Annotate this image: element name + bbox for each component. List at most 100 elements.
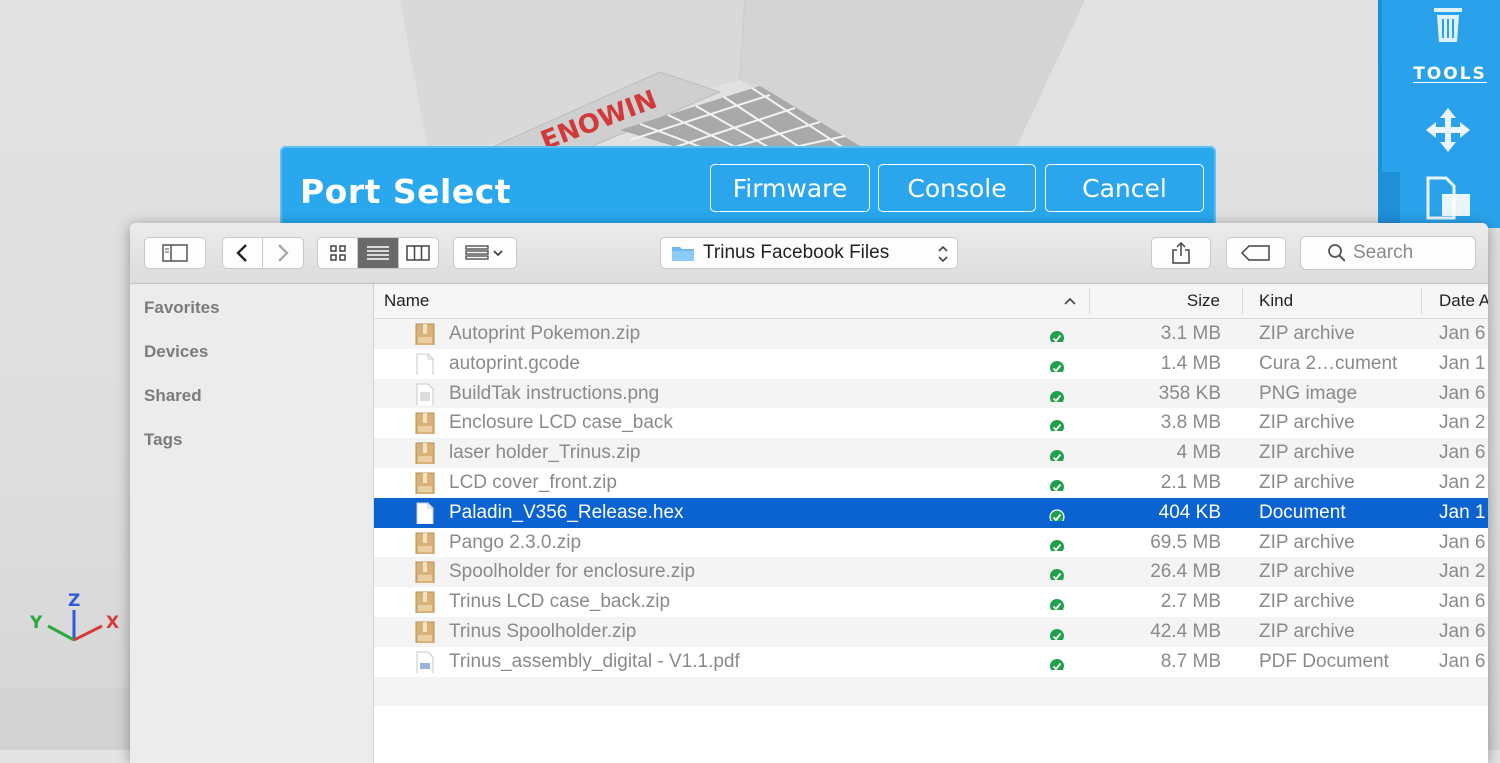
file-kind: PDF Document — [1259, 650, 1389, 672]
sidebar-section-devices[interactable]: Devices — [144, 342, 208, 362]
sync-check-icon — [1049, 594, 1065, 611]
axis-label-y: Y — [29, 613, 43, 633]
file-row[interactable]: Trinus Spoolholder.zip 42.4 MB ZIP archive… — [374, 617, 1488, 647]
finder-sidebar: Favorites Devices Shared Tags — [130, 284, 374, 763]
zip-icon — [414, 412, 436, 435]
image-icon — [414, 383, 436, 405]
file-kind: PNG image — [1259, 382, 1358, 404]
file-row[interactable]: Enclosure LCD case_back 3.8 MB ZIP archive… — [374, 408, 1488, 438]
icon-view-button[interactable] — [318, 238, 357, 268]
zip-icon — [414, 323, 436, 345]
group-by-button[interactable] — [453, 237, 517, 269]
column-header-size[interactable]: Size — [1090, 284, 1220, 318]
file-kind: Cura 2…cument — [1259, 352, 1398, 374]
sidebar-collapse-tab[interactable] — [1378, 172, 1400, 228]
sync-check-icon — [1049, 624, 1065, 640]
sync-check-icon — [1049, 654, 1065, 670]
file-kind: ZIP archive — [1259, 621, 1355, 642]
sync-check-icon — [1049, 475, 1065, 491]
toggle-sidebar-button[interactable] — [144, 237, 206, 269]
file-name: Spoolholder for enclosure.zip — [449, 561, 696, 583]
finder-toolbar: Trinus Facebook Files — [130, 223, 1488, 284]
path-popup[interactable]: Trinus Facebook Files — [660, 237, 958, 269]
sync-check-icon — [1049, 535, 1065, 551]
file-row[interactable]: LCD cover_front.zip 2.1 MB ZIP archive Jan … — [374, 468, 1488, 498]
column-header-date[interactable]: Date A — [1439, 284, 1488, 318]
path-label: Trinus Facebook Files — [703, 242, 890, 263]
cancel-button[interactable]: Cancel — [1045, 164, 1204, 212]
file-size: 358 KB — [1158, 382, 1221, 404]
file-name: laser holder_Trinus.zip — [449, 442, 641, 464]
file-row[interactable]: laser holder_Trinus.zip 4 MB ZIP archive Ja… — [374, 438, 1488, 468]
file-row[interactable]: Trinus LCD case_back.zip 2.7 MB ZIP archiv… — [374, 587, 1488, 617]
list-view-button[interactable] — [357, 238, 398, 268]
axis-label-z: Z — [68, 591, 80, 611]
chevron-right-icon — [277, 244, 289, 262]
zip-icon — [414, 621, 436, 643]
back-forward-control — [222, 237, 304, 269]
file-size: 404 KB — [1158, 501, 1221, 523]
file-row[interactable]: Spoolholder for enclosure.zip 26.4 MB ZIP … — [374, 557, 1488, 588]
file-kind: ZIP archive — [1259, 323, 1355, 344]
file-date: Jan 2 — [1439, 412, 1486, 434]
column-header-name[interactable]: Name — [384, 284, 1084, 318]
file-date: Jan 2 — [1439, 472, 1486, 493]
sync-check-icon — [1049, 445, 1065, 462]
file-row-selected[interactable]: Paladin_V356_Release.hex 404 KB Document Ja… — [374, 497, 1488, 528]
file-size: 3.1 MB — [1160, 323, 1221, 344]
sidebar-section-tags[interactable]: Tags — [144, 430, 182, 450]
back-button[interactable] — [223, 238, 262, 268]
file-date: Jan 1 — [1439, 352, 1486, 374]
file-row[interactable]: Autoprint Pokemon.zip 3.1 MB ZIP archive Ja… — [374, 319, 1488, 349]
sort-ascending-icon — [1064, 297, 1076, 305]
file-size: 2.7 MB — [1160, 591, 1221, 613]
zip-icon — [414, 532, 436, 554]
file-name: Paladin_V356_Release.hex — [449, 501, 684, 523]
file-date: Jan 1 — [1439, 501, 1486, 523]
file-name: autoprint.gcode — [449, 352, 580, 374]
scale-icon[interactable] — [1424, 174, 1472, 220]
file-name: LCD cover_front.zip — [449, 472, 617, 493]
sidebar-section-shared[interactable]: Shared — [144, 386, 202, 406]
sync-check-icon — [1049, 564, 1065, 581]
file-kind: ZIP archive — [1259, 442, 1355, 464]
trash-icon[interactable] — [1432, 6, 1464, 44]
axis-label-x: X — [106, 613, 119, 633]
share-button[interactable] — [1151, 237, 1211, 269]
file-date: Jan 6 — [1439, 621, 1486, 642]
edit-tags-button[interactable] — [1226, 237, 1286, 269]
sidebar-section-favorites[interactable]: Favorites — [144, 298, 220, 318]
search-field[interactable] — [1300, 236, 1476, 270]
document-icon — [414, 502, 436, 524]
file-kind: ZIP archive — [1259, 531, 1355, 553]
empty-row — [374, 706, 1488, 736]
sync-check-icon — [1049, 326, 1065, 342]
sync-check-icon — [1049, 356, 1065, 372]
file-name: Trinus Spoolholder.zip — [449, 621, 637, 642]
file-name: BuildTak instructions.png — [449, 382, 660, 404]
file-date: Jan 6 — [1439, 650, 1486, 672]
file-row[interactable]: Pango 2.3.0.zip 69.5 MB ZIP archive Jan 6 — [374, 528, 1488, 558]
file-size: 69.5 MB — [1150, 531, 1221, 553]
list-icon — [366, 246, 389, 260]
tools-label: TOOLS — [1413, 64, 1487, 84]
forward-button[interactable] — [261, 238, 303, 268]
file-kind: Document — [1259, 501, 1346, 523]
firmware-button[interactable]: Firmware — [710, 164, 870, 212]
column-header-kind[interactable]: Kind — [1259, 284, 1419, 318]
console-button[interactable]: Console — [878, 164, 1036, 212]
move-icon[interactable] — [1426, 108, 1470, 152]
file-date: Jan 6 — [1439, 382, 1486, 404]
file-size: 42.4 MB — [1150, 621, 1221, 642]
group-icon — [465, 245, 503, 260]
file-row[interactable]: Trinus_assembly_digital - V1.1.pdf 8.7 MB… — [374, 647, 1488, 677]
search-input[interactable] — [1351, 241, 1475, 265]
file-kind: ZIP archive — [1259, 412, 1355, 434]
file-kind: ZIP archive — [1259, 472, 1355, 493]
column-view-button[interactable] — [397, 238, 438, 268]
file-row[interactable]: autoprint.gcode 1.4 MB Cura 2…cument Jan 1 — [374, 349, 1488, 379]
zip-icon — [414, 591, 436, 614]
file-row[interactable]: BuildTak instructions.png 358 KB PNG image… — [374, 378, 1488, 409]
grid-icon — [329, 245, 346, 261]
file-open-panel: Trinus Facebook Files Search Favorites D… — [130, 223, 1488, 763]
